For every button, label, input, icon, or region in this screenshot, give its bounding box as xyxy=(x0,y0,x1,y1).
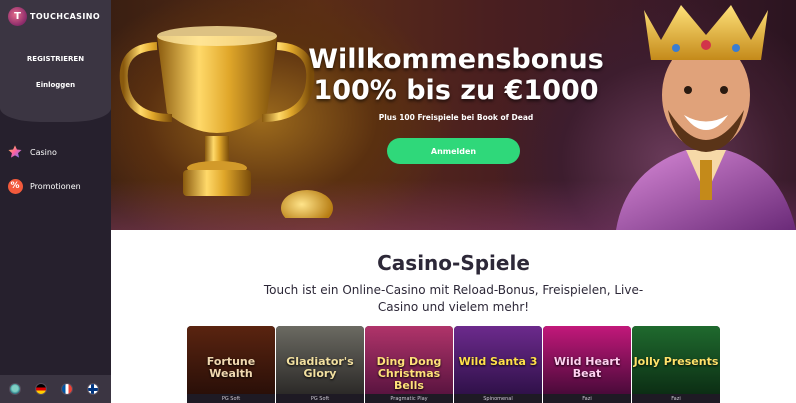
hero-banner: Willkommensbonus 100% bis zu €1000 Plus … xyxy=(111,0,796,230)
hero-title: Willkommensbonus 100% bis zu €1000 xyxy=(291,44,621,106)
game-tile[interactable]: Wild Heart Beat Fazi xyxy=(543,326,631,403)
flag-de-icon[interactable] xyxy=(35,383,47,395)
flag-fi-icon[interactable] xyxy=(87,383,99,395)
game-title: Gladiator's Glory xyxy=(286,355,354,380)
hero-title-line2: 100% bis zu €1000 xyxy=(313,75,599,106)
section-description: Touch ist ein Online-Casino mit Reload-B… xyxy=(263,283,644,314)
register-button[interactable]: REGISTRIEREN xyxy=(0,55,111,63)
game-tile[interactable]: Jolly Presents Fazi xyxy=(632,326,720,403)
hero-subtitle: Plus 100 Freispiele bei Book of Dead xyxy=(378,113,534,122)
promotions-icon: % xyxy=(7,178,23,194)
king-mascot-image xyxy=(616,5,796,230)
flag-fr-icon[interactable] xyxy=(61,383,73,395)
game-tile[interactable]: Ding Dong Christmas Bells Pragmatic Play xyxy=(365,326,453,403)
game-provider: Pragmatic Play xyxy=(390,396,428,402)
sidebar-item-label: Casino xyxy=(30,147,57,157)
sidebar-item-promotions[interactable]: % Promotionen xyxy=(7,178,81,194)
login-button[interactable]: Einloggen xyxy=(0,81,111,89)
section-title: Casino-Spiele xyxy=(377,251,530,275)
logo[interactable]: T TOUCHCASINO xyxy=(8,7,100,26)
language-bar xyxy=(0,375,111,403)
logo-text: TOUCHCASINO xyxy=(30,12,101,21)
game-provider: Spinomenal xyxy=(483,396,513,402)
game-tile[interactable]: Gladiator's Glory PG Soft xyxy=(276,326,364,403)
star-icon xyxy=(7,144,23,160)
signup-button[interactable]: Anmelden xyxy=(387,138,520,164)
game-grid: Fortune Wealth PG Soft Gladiator's Glory… xyxy=(187,326,720,403)
game-tile[interactable]: Fortune Wealth PG Soft xyxy=(187,326,275,403)
game-title: Jolly Presents xyxy=(633,355,719,368)
game-provider: PG Soft xyxy=(310,396,330,402)
game-title: Ding Dong Christmas Bells xyxy=(376,355,442,392)
game-provider: Fazi xyxy=(582,396,592,402)
sidebar: T TOUCHCASINO REGISTRIEREN Einloggen Cas… xyxy=(0,0,111,403)
hero-title-line1: Willkommensbonus xyxy=(308,44,604,75)
game-title: Wild Santa 3 xyxy=(458,355,538,368)
sidebar-header: T TOUCHCASINO REGISTRIEREN Einloggen xyxy=(0,0,111,122)
game-provider: PG Soft xyxy=(221,396,241,402)
globe-icon[interactable] xyxy=(9,383,21,395)
promotions-icon-wrap: % xyxy=(7,178,23,194)
sidebar-item-label: Promotionen xyxy=(30,181,81,191)
game-title: Fortune Wealth xyxy=(206,355,256,380)
game-title: Wild Heart Beat xyxy=(553,355,621,380)
game-tile[interactable]: Wild Santa 3 Spinomenal xyxy=(454,326,542,403)
game-provider: Fazi xyxy=(671,396,681,402)
logo-icon: T xyxy=(8,7,27,26)
sidebar-item-casino[interactable]: Casino xyxy=(7,144,57,160)
